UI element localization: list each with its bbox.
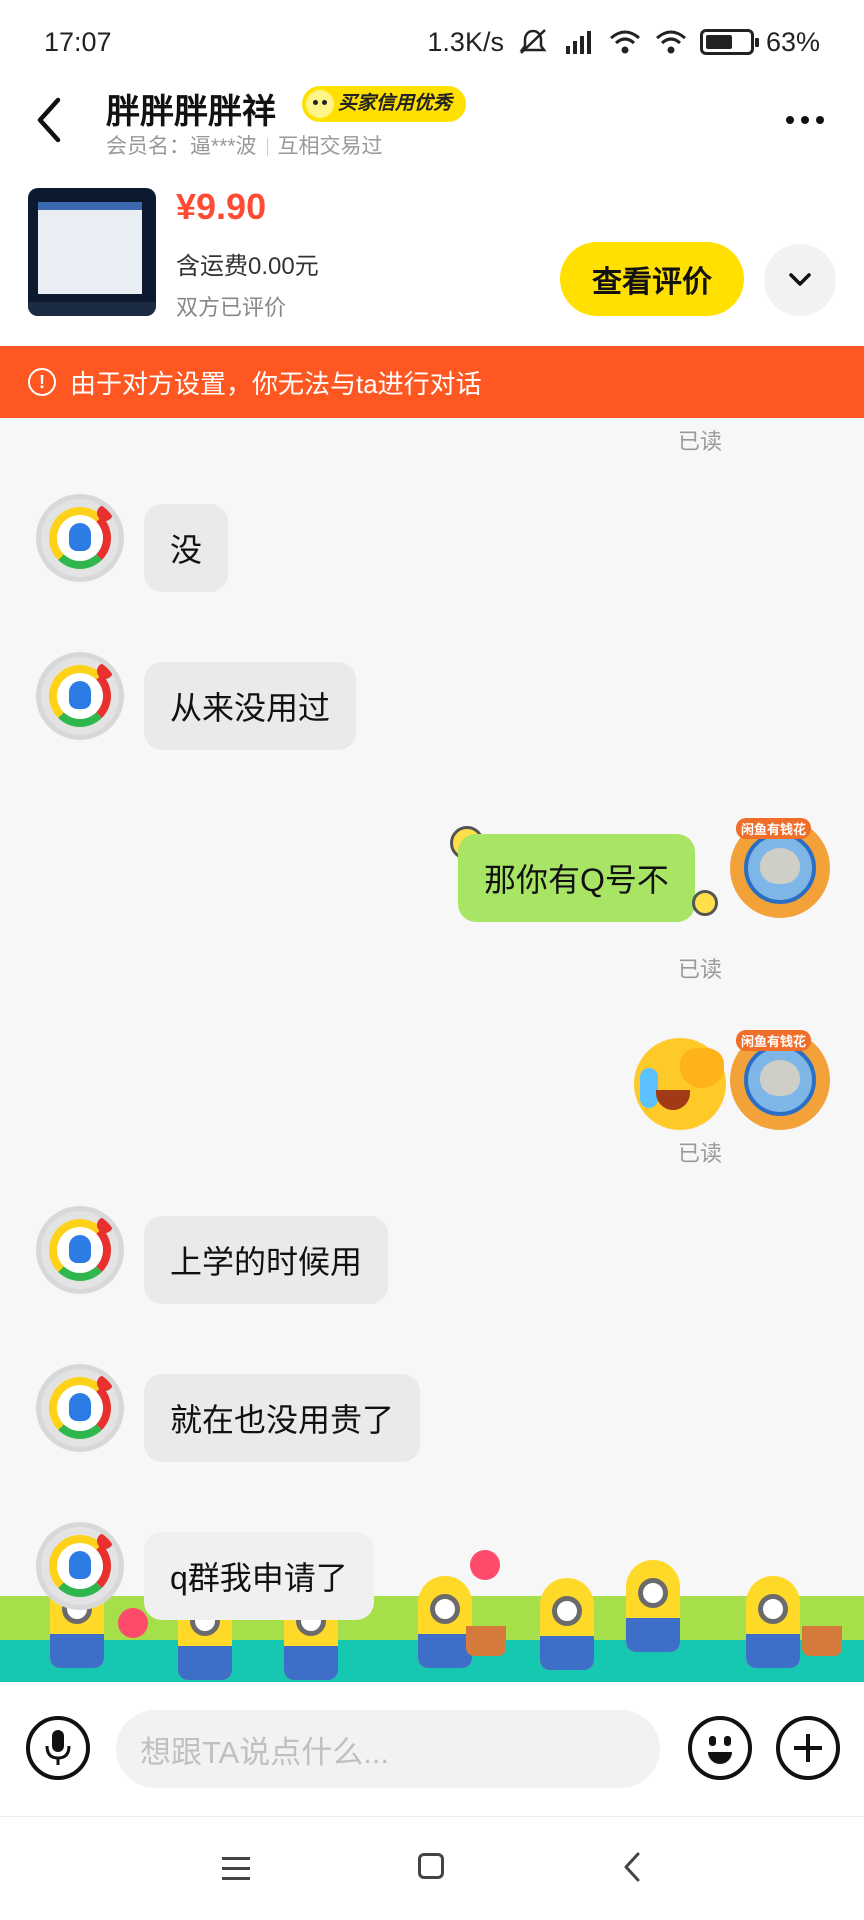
input-bar: 想跟TA说点什么...: [0, 1682, 864, 1816]
chevron-down-icon: [789, 273, 811, 286]
product-thumbnail[interactable]: [28, 188, 156, 316]
chat-area[interactable]: 已读 没 从来没用过 那你有Q号不 闲鱼有钱花 已读 闲鱼有钱花 已读 上学的时…: [0, 418, 864, 1682]
product-price: ¥9.90: [176, 186, 267, 227]
screenshot-window: [38, 202, 142, 294]
warning-icon: !: [28, 368, 56, 396]
voice-button[interactable]: [26, 1716, 90, 1780]
message-bubble[interactable]: 从来没用过: [144, 662, 357, 750]
minion-decoration-strip: [0, 1550, 864, 1682]
wifi-icon: [609, 30, 640, 54]
product-card[interactable]: ¥9.90 含运费0.00元 双方已评价 查看评价: [0, 176, 864, 346]
net-speed: 1.3K/s: [427, 26, 504, 57]
avatar-tag: 闲鱼有钱花: [736, 818, 812, 839]
credit-badge: 买家信用优秀: [302, 86, 467, 122]
minion-icon: [418, 1576, 472, 1668]
contact-avatar[interactable]: [36, 494, 124, 582]
my-avatar[interactable]: 闲鱼有钱花: [730, 818, 830, 918]
flower-pot-icon: [466, 1626, 506, 1656]
seal-icon: [760, 848, 800, 884]
status-bar: 17:07 1.3K/s 63%: [0, 0, 864, 84]
battery-percent: 63%: [765, 26, 820, 57]
read-receipt: 已读: [678, 957, 723, 982]
minion-icon: [626, 1560, 680, 1652]
smiley-icon: [306, 90, 334, 118]
taskbar: [28, 302, 156, 316]
credit-badge-label: 买家信用优秀: [338, 93, 453, 114]
member-name: 会员名：逼***波: [106, 135, 257, 158]
chat-header: 胖胖胖胖祥 买家信用优秀 会员名：逼***波 互相交易过: [0, 84, 864, 176]
trade-status: 互相交易过: [277, 135, 383, 158]
home-nav-button[interactable]: [418, 1853, 444, 1879]
more-options-button[interactable]: [780, 102, 830, 138]
expand-button[interactable]: [764, 244, 836, 316]
flower-icon: [118, 1608, 148, 1638]
message-bubble[interactable]: 上学的时候用: [144, 1216, 389, 1304]
review-status: 双方已评价: [176, 295, 287, 320]
dot-icon: [786, 116, 794, 124]
system-nav-bar: [0, 1816, 864, 1920]
contact-avatar[interactable]: [36, 1522, 124, 1610]
emoji-button[interactable]: [688, 1716, 752, 1780]
member-info: 会员名：逼***波 互相交易过: [106, 130, 383, 160]
avatar-tag: 闲鱼有钱花: [736, 1030, 812, 1051]
contact-avatar[interactable]: [36, 652, 124, 740]
message-bubble[interactable]: q群我申请了: [144, 1532, 374, 1620]
chevron-left-icon: [37, 97, 61, 143]
mute-icon: [519, 29, 547, 54]
back-nav-button[interactable]: [620, 1851, 644, 1883]
status-time: 17:07: [44, 26, 112, 57]
microphone-icon: [45, 1730, 71, 1765]
message-bubble[interactable]: 就在也没用贵了: [144, 1374, 421, 1462]
message-input[interactable]: 想跟TA说点什么...: [116, 1710, 660, 1788]
warning-banner: ! 由于对方设置，你无法与ta进行对话: [0, 346, 864, 418]
signal-icon: [565, 31, 591, 54]
flower-icon: [470, 1550, 500, 1580]
plus-button[interactable]: [776, 1716, 840, 1780]
message-bubble[interactable]: 没: [144, 504, 229, 592]
read-receipt: 已读: [678, 1141, 723, 1166]
divider: [266, 138, 268, 157]
flower-pot-icon: [802, 1626, 842, 1656]
page-title: 胖胖胖胖祥: [106, 93, 276, 131]
contact-avatar[interactable]: [36, 1206, 124, 1294]
minion-icon: [540, 1578, 594, 1670]
battery-icon: [699, 29, 759, 55]
crying-laughing-emoji[interactable]: [634, 1038, 726, 1130]
warning-text: 由于对方设置，你无法与ta进行对话: [70, 368, 482, 399]
dot-icon: [801, 116, 809, 124]
minion-sticker-icon: [692, 890, 718, 916]
seal-icon: [760, 1060, 800, 1096]
status-icons: 1.3K/s 63%: [427, 27, 820, 58]
wifi-icon: [655, 30, 686, 54]
my-message-bubble[interactable]: 那你有Q号不: [458, 834, 695, 922]
shipping-fee: 含运费0.00元: [176, 253, 319, 280]
contact-avatar[interactable]: [36, 1364, 124, 1452]
menu-nav-button[interactable]: [222, 1857, 250, 1881]
minion-icon: [746, 1576, 800, 1668]
view-review-button[interactable]: 查看评价: [560, 242, 744, 316]
my-avatar[interactable]: 闲鱼有钱花: [730, 1030, 830, 1130]
back-button[interactable]: [34, 92, 74, 148]
dot-icon: [816, 116, 824, 124]
read-receipt: 已读: [678, 429, 723, 454]
